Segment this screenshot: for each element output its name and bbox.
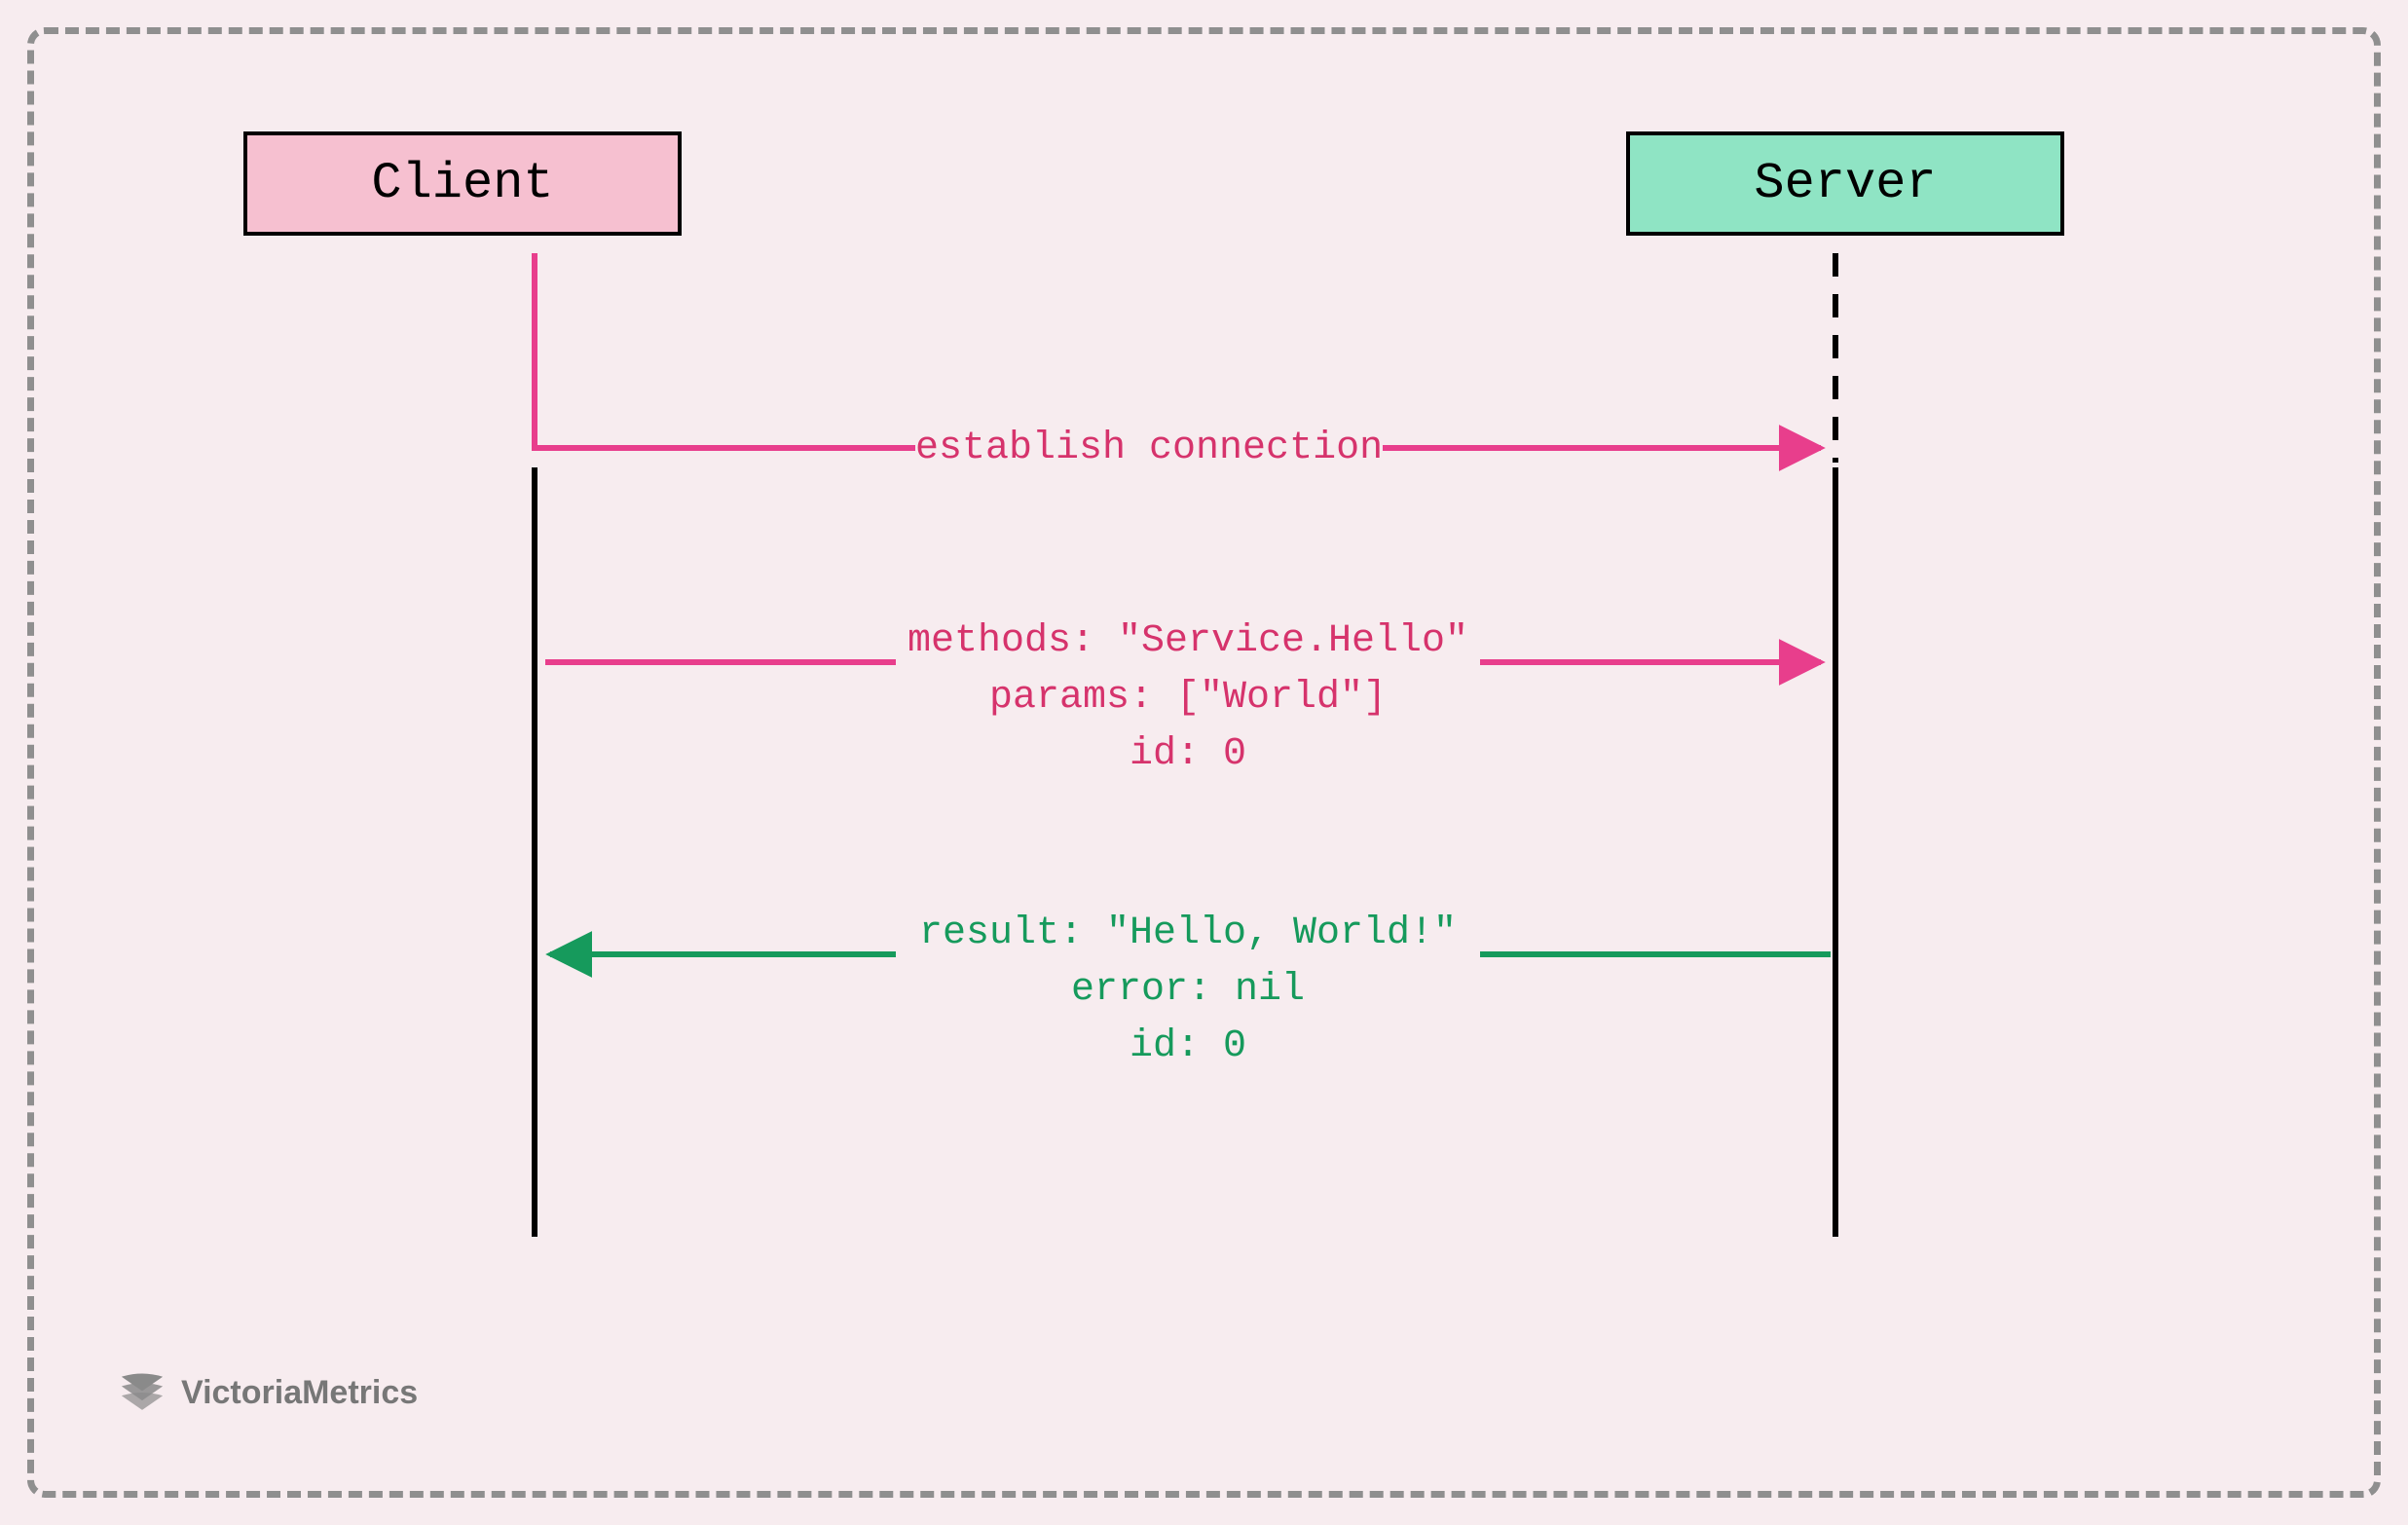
diagram-canvas: Client Server establish connection metho… bbox=[0, 0, 2408, 1525]
client-lifeline bbox=[532, 467, 537, 1237]
attribution-text: VictoriaMetrics bbox=[181, 1374, 418, 1412]
server-lifeline bbox=[1833, 467, 1838, 1237]
attribution: VictoriaMetrics bbox=[117, 1367, 418, 1418]
server-lifeline-dashed bbox=[1833, 253, 1838, 463]
request-label: methods: "Service.Hello" params: ["World… bbox=[896, 614, 1480, 783]
establish-connection-label: establish connection bbox=[915, 421, 1383, 477]
participant-client: Client bbox=[243, 131, 682, 236]
victoriametrics-logo-icon bbox=[117, 1367, 167, 1418]
participant-server: Server bbox=[1626, 131, 2064, 236]
response-label: result: "Hello, World!" error: nil id: 0 bbox=[896, 906, 1480, 1075]
